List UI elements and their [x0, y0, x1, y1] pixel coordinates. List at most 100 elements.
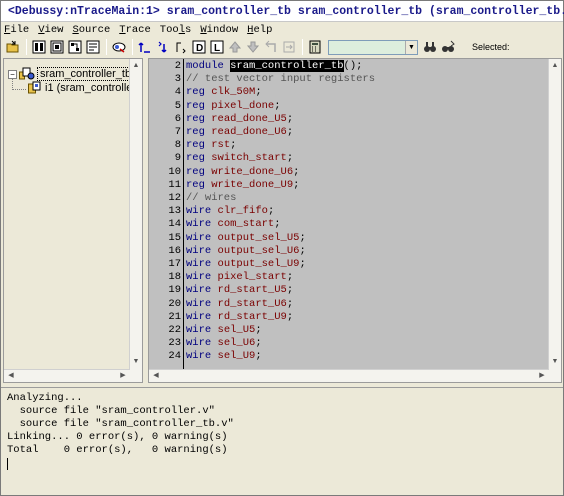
keyword[interactable]: reg [186, 113, 211, 125]
keyword[interactable]: wire [186, 350, 218, 362]
trace-load-icon[interactable] [155, 39, 171, 55]
jump-forward-icon[interactable] [281, 39, 297, 55]
tree-child-row[interactable]: i1 (sram_controller) [28, 81, 140, 95]
code-line[interactable]: 23 wire sel_U6; [149, 337, 261, 350]
menu-item[interactable]: Help [247, 24, 272, 36]
identifier[interactable]: sel_U6 [218, 337, 256, 349]
scroll-left-icon[interactable]: ◀ [5, 370, 17, 382]
tree-root-label[interactable]: sram_controller_tb [37, 67, 135, 81]
message-output-pane[interactable]: Analyzing... source file "sram_controlle… [1, 387, 563, 495]
scroll-right-icon[interactable]: ▶ [117, 370, 129, 382]
calculator-icon[interactable] [307, 39, 323, 55]
identifier[interactable]: rd_start_U6 [218, 298, 287, 310]
identifier[interactable]: clk_50M [211, 86, 255, 98]
menu-item[interactable]: View [38, 24, 63, 36]
code-line[interactable]: 4 reg clk_50M; [149, 86, 262, 99]
keyword[interactable]: wire [186, 311, 218, 323]
view-list-icon[interactable] [31, 39, 47, 55]
identifier[interactable]: output_sel_U9 [218, 258, 300, 270]
view-source-icon[interactable] [85, 39, 101, 55]
code-line[interactable]: 10 reg write_done_U6; [149, 166, 299, 179]
trace-icon[interactable] [111, 39, 127, 55]
identifier[interactable]: write_done_U6 [211, 166, 293, 178]
code-line[interactable]: 2 module sram_controller_tb(); [149, 60, 362, 73]
code-line[interactable]: 16 wire output_sel_U6; [149, 245, 305, 258]
keyword[interactable]: reg [186, 166, 211, 178]
keyword[interactable]: wire [186, 284, 218, 296]
jump-back-icon[interactable] [263, 39, 279, 55]
identifier[interactable]: read_done_U5 [211, 113, 287, 125]
identifier[interactable]: output_sel_U5 [218, 232, 300, 244]
keyword[interactable]: wire [186, 205, 218, 217]
scroll-up-icon[interactable]: ▲ [130, 60, 142, 72]
scroll-up-icon[interactable]: ▲ [549, 60, 561, 72]
identifier[interactable]: sel_U9 [218, 350, 256, 362]
keyword[interactable]: wire [186, 271, 218, 283]
menu-item[interactable]: Source [72, 24, 110, 36]
keyword[interactable]: reg [186, 86, 211, 98]
menu-item[interactable]: Trace [119, 24, 151, 36]
code-line[interactable]: 14 wire com_start; [149, 218, 280, 231]
identifier[interactable]: write_done_U9 [211, 179, 293, 191]
identifier[interactable]: pixel_done [211, 100, 274, 112]
keyword[interactable]: reg [186, 126, 211, 138]
identifier[interactable]: com_start [218, 218, 275, 230]
identifier[interactable]: sel_U5 [218, 324, 256, 336]
keyword[interactable]: reg [186, 139, 211, 151]
tree-root-row[interactable]: − sram_controller_tb [8, 67, 135, 81]
identifier[interactable]: pixel_start [218, 271, 287, 283]
code-vertical-scrollbar[interactable]: ▲ ▼ [548, 59, 561, 382]
code-line[interactable]: 17 wire output_sel_U9; [149, 258, 305, 271]
identifier[interactable]: rst [211, 139, 230, 151]
code-line[interactable]: 15 wire output_sel_U5; [149, 232, 305, 245]
scroll-down-icon[interactable]: ▼ [130, 356, 142, 368]
arrow-up-icon[interactable] [227, 39, 243, 55]
keyword[interactable]: wire [186, 324, 218, 336]
source-code-pane[interactable]: 2 module sram_controller_tb(); 3 // test ve… [148, 58, 562, 383]
code-line[interactable]: 20 wire rd_start_U6; [149, 298, 293, 311]
chevron-down-icon[interactable]: ▼ [405, 40, 417, 54]
tree-horizontal-scrollbar[interactable]: ◀ ▶ [4, 369, 130, 382]
tree-child-label[interactable]: i1 (sram_controller) [45, 82, 140, 94]
scroll-left-icon[interactable]: ◀ [150, 370, 162, 382]
menu-item[interactable]: Tools [160, 24, 192, 36]
code-line[interactable]: 3 // test vector input registers [149, 73, 375, 86]
identifier[interactable]: rd_start_U9 [218, 311, 287, 323]
view-hierarchy-icon[interactable] [49, 39, 65, 55]
keyword[interactable]: wire [186, 232, 218, 244]
identifier[interactable]: read_done_U6 [211, 126, 287, 138]
code-horizontal-scrollbar[interactable]: ◀ ▶ [149, 369, 549, 382]
view-schematic-icon[interactable] [67, 39, 83, 55]
identifier[interactable]: rd_start_U5 [218, 284, 287, 296]
keyword[interactable]: module [186, 60, 230, 72]
keyword[interactable]: reg [186, 152, 211, 164]
code-line[interactable]: 7 reg read_done_U6; [149, 126, 293, 139]
keyword[interactable]: wire [186, 337, 218, 349]
scroll-down-icon[interactable]: ▼ [549, 356, 561, 368]
code-line[interactable]: 12 // wires [149, 192, 236, 205]
code-line[interactable]: 6 reg read_done_U5; [149, 113, 293, 126]
trace-driver-icon[interactable] [137, 39, 153, 55]
identifier[interactable]: switch_start [211, 152, 287, 164]
menu-item[interactable]: Window [200, 24, 238, 36]
driver-d-icon[interactable]: D [191, 39, 207, 55]
keyword[interactable]: reg [186, 100, 211, 112]
arrow-down-icon[interactable] [245, 39, 261, 55]
code-line[interactable]: 24 wire sel_U9; [149, 350, 261, 363]
code-line[interactable]: 19 wire rd_start_U5; [149, 284, 293, 297]
signal-search-combo[interactable]: ▼ [328, 39, 418, 55]
menu-item[interactable]: File [4, 24, 29, 36]
code-line[interactable]: 8 reg rst; [149, 139, 237, 152]
find-next-icon[interactable] [440, 39, 456, 55]
identifier[interactable]: output_sel_U6 [218, 245, 300, 257]
code-line[interactable]: 21 wire rd_start_U9; [149, 311, 293, 324]
keyword[interactable]: wire [186, 258, 218, 270]
keyword[interactable]: wire [186, 245, 218, 257]
code-line[interactable]: 5 reg pixel_done; [149, 100, 281, 113]
code-line[interactable]: 9 reg switch_start; [149, 152, 293, 165]
code-line[interactable]: 13 wire clr_fifo; [149, 205, 274, 218]
load-l-icon[interactable]: L [209, 39, 225, 55]
code-line[interactable]: 18 wire pixel_start; [149, 271, 293, 284]
scroll-right-icon[interactable]: ▶ [536, 370, 548, 382]
code-line[interactable]: 11 reg write_done_U9; [149, 179, 299, 192]
